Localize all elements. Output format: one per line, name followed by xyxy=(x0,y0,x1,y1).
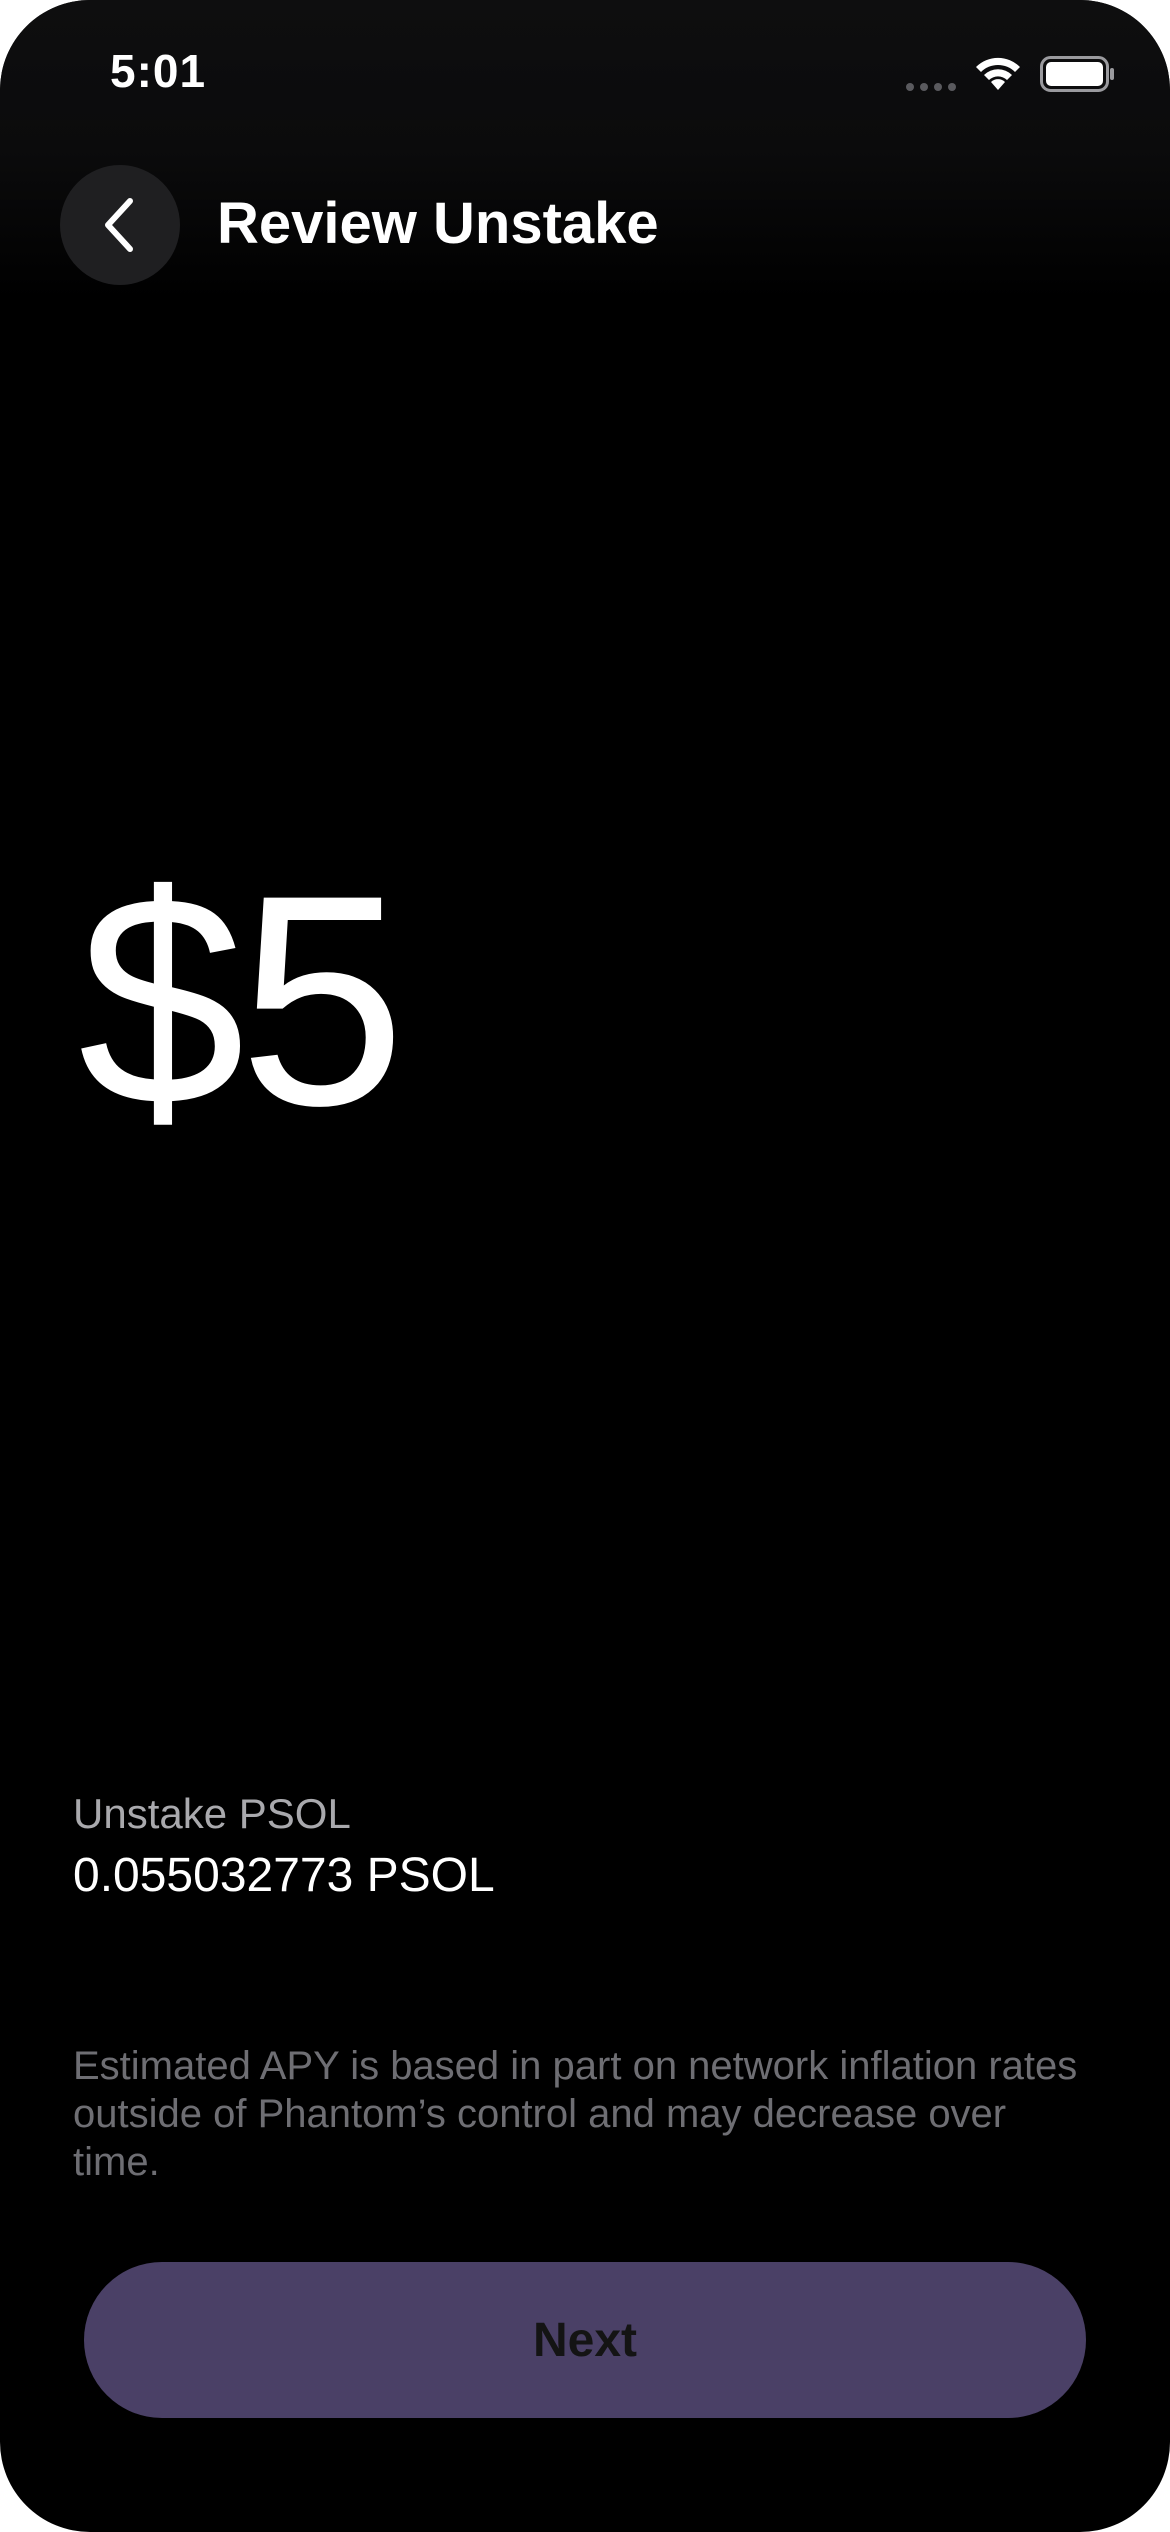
page-title: Review Unstake xyxy=(217,191,659,256)
chevron-left-icon xyxy=(105,198,133,252)
back-button[interactable] xyxy=(60,165,180,285)
signal-icon xyxy=(906,83,956,91)
next-button[interactable]: Next xyxy=(84,2262,1086,2418)
wifi-icon xyxy=(976,57,1020,90)
app-screen: 5:01 Review Unstake $5 Unstake PSOL 0.05… xyxy=(0,0,1170,2532)
amount-display: $5 xyxy=(78,832,406,1168)
status-bar: 5:01 xyxy=(0,0,1170,150)
header: Review Unstake xyxy=(0,150,1170,300)
apy-disclaimer: Estimated APY is based in part on networ… xyxy=(73,2044,1078,2184)
unstake-amount: 0.055032773 PSOL xyxy=(73,1849,495,1902)
unstake-label: Unstake PSOL xyxy=(73,1790,351,1837)
battery-icon xyxy=(1040,56,1114,92)
status-time: 5:01 xyxy=(110,45,207,97)
